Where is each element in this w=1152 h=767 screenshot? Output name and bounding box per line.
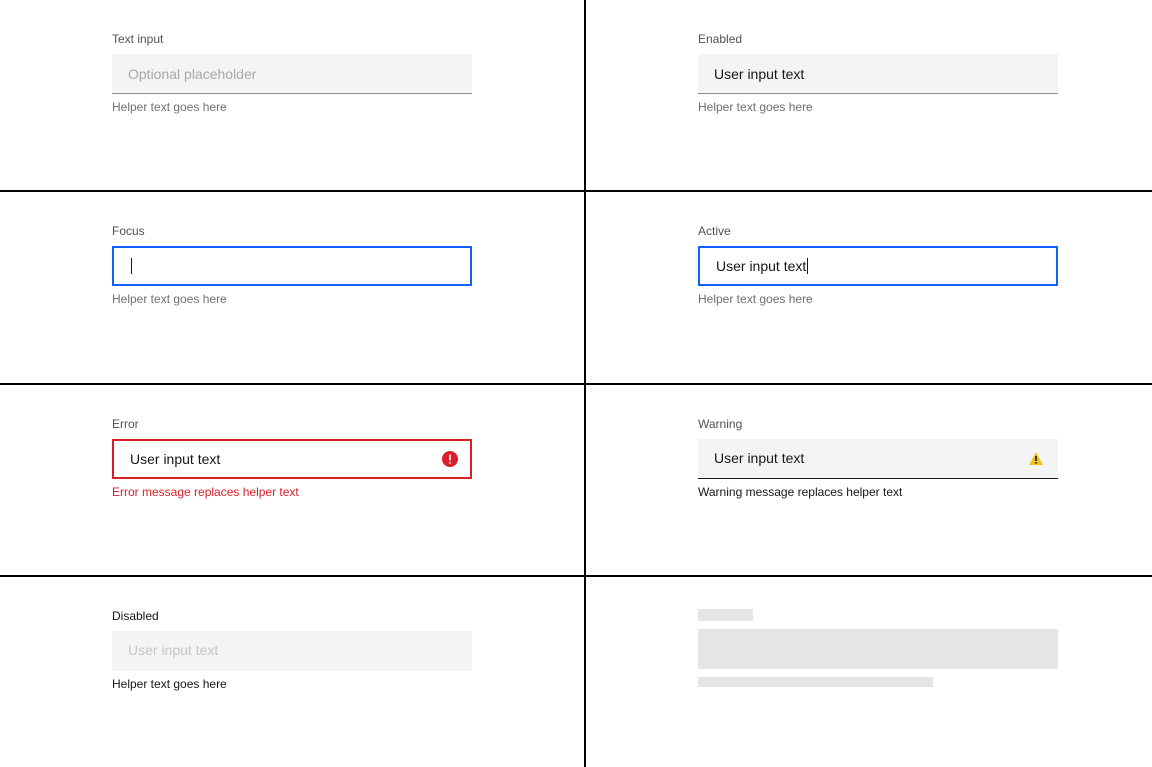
helper-warning: Warning message replaces helper text	[698, 485, 1058, 499]
state-enabled: Enabled Helper text goes here	[586, 0, 1152, 190]
helper-focus: Helper text goes here	[112, 292, 472, 306]
helper-enabled: Helper text goes here	[698, 100, 1058, 114]
helper-error: Error message replaces helper text	[112, 485, 472, 499]
text-input-focus[interactable]	[112, 246, 472, 286]
text-input-warning[interactable]: User input text	[698, 439, 1058, 479]
state-active: Active User input text Helper text goes …	[586, 192, 1152, 382]
input-value-disabled: User input text	[128, 642, 218, 658]
state-default: Text input Helper text goes here	[0, 0, 584, 190]
input-value-active: User input text	[716, 258, 806, 274]
input-states-grid: Text input Helper text goes here Enabled…	[0, 0, 1152, 767]
error-icon	[442, 451, 458, 467]
input-value-warning: User input text	[714, 450, 804, 466]
input-value-error: User input text	[130, 451, 220, 467]
skeleton-label	[698, 609, 753, 621]
helper-disabled: Helper text goes here	[112, 677, 472, 691]
state-error: Error User input text Error message repl…	[0, 385, 584, 575]
state-warning: Warning User input text Warning message …	[586, 385, 1152, 575]
caret-icon	[131, 258, 132, 274]
label-warning: Warning	[698, 417, 1058, 431]
label-default: Text input	[112, 32, 472, 46]
skeleton-helper	[698, 677, 933, 687]
label-focus: Focus	[112, 224, 472, 238]
state-focus: Focus Helper text goes here	[0, 192, 584, 382]
state-disabled: Disabled User input text Helper text goe…	[0, 577, 584, 767]
text-input-enabled[interactable]	[698, 54, 1058, 94]
state-skeleton	[586, 577, 1152, 767]
skeleton-input	[698, 629, 1058, 669]
text-input-error[interactable]: User input text	[112, 439, 472, 479]
label-enabled: Enabled	[698, 32, 1058, 46]
helper-active: Helper text goes here	[698, 292, 1058, 306]
text-input-default[interactable]	[112, 54, 472, 94]
label-error: Error	[112, 417, 472, 431]
text-input-active[interactable]: User input text	[698, 246, 1058, 286]
helper-default: Helper text goes here	[112, 100, 472, 114]
caret-icon	[807, 258, 808, 274]
label-disabled: Disabled	[112, 609, 472, 623]
text-input-disabled: User input text	[112, 631, 472, 671]
label-active: Active	[698, 224, 1058, 238]
warning-icon	[1028, 451, 1044, 467]
